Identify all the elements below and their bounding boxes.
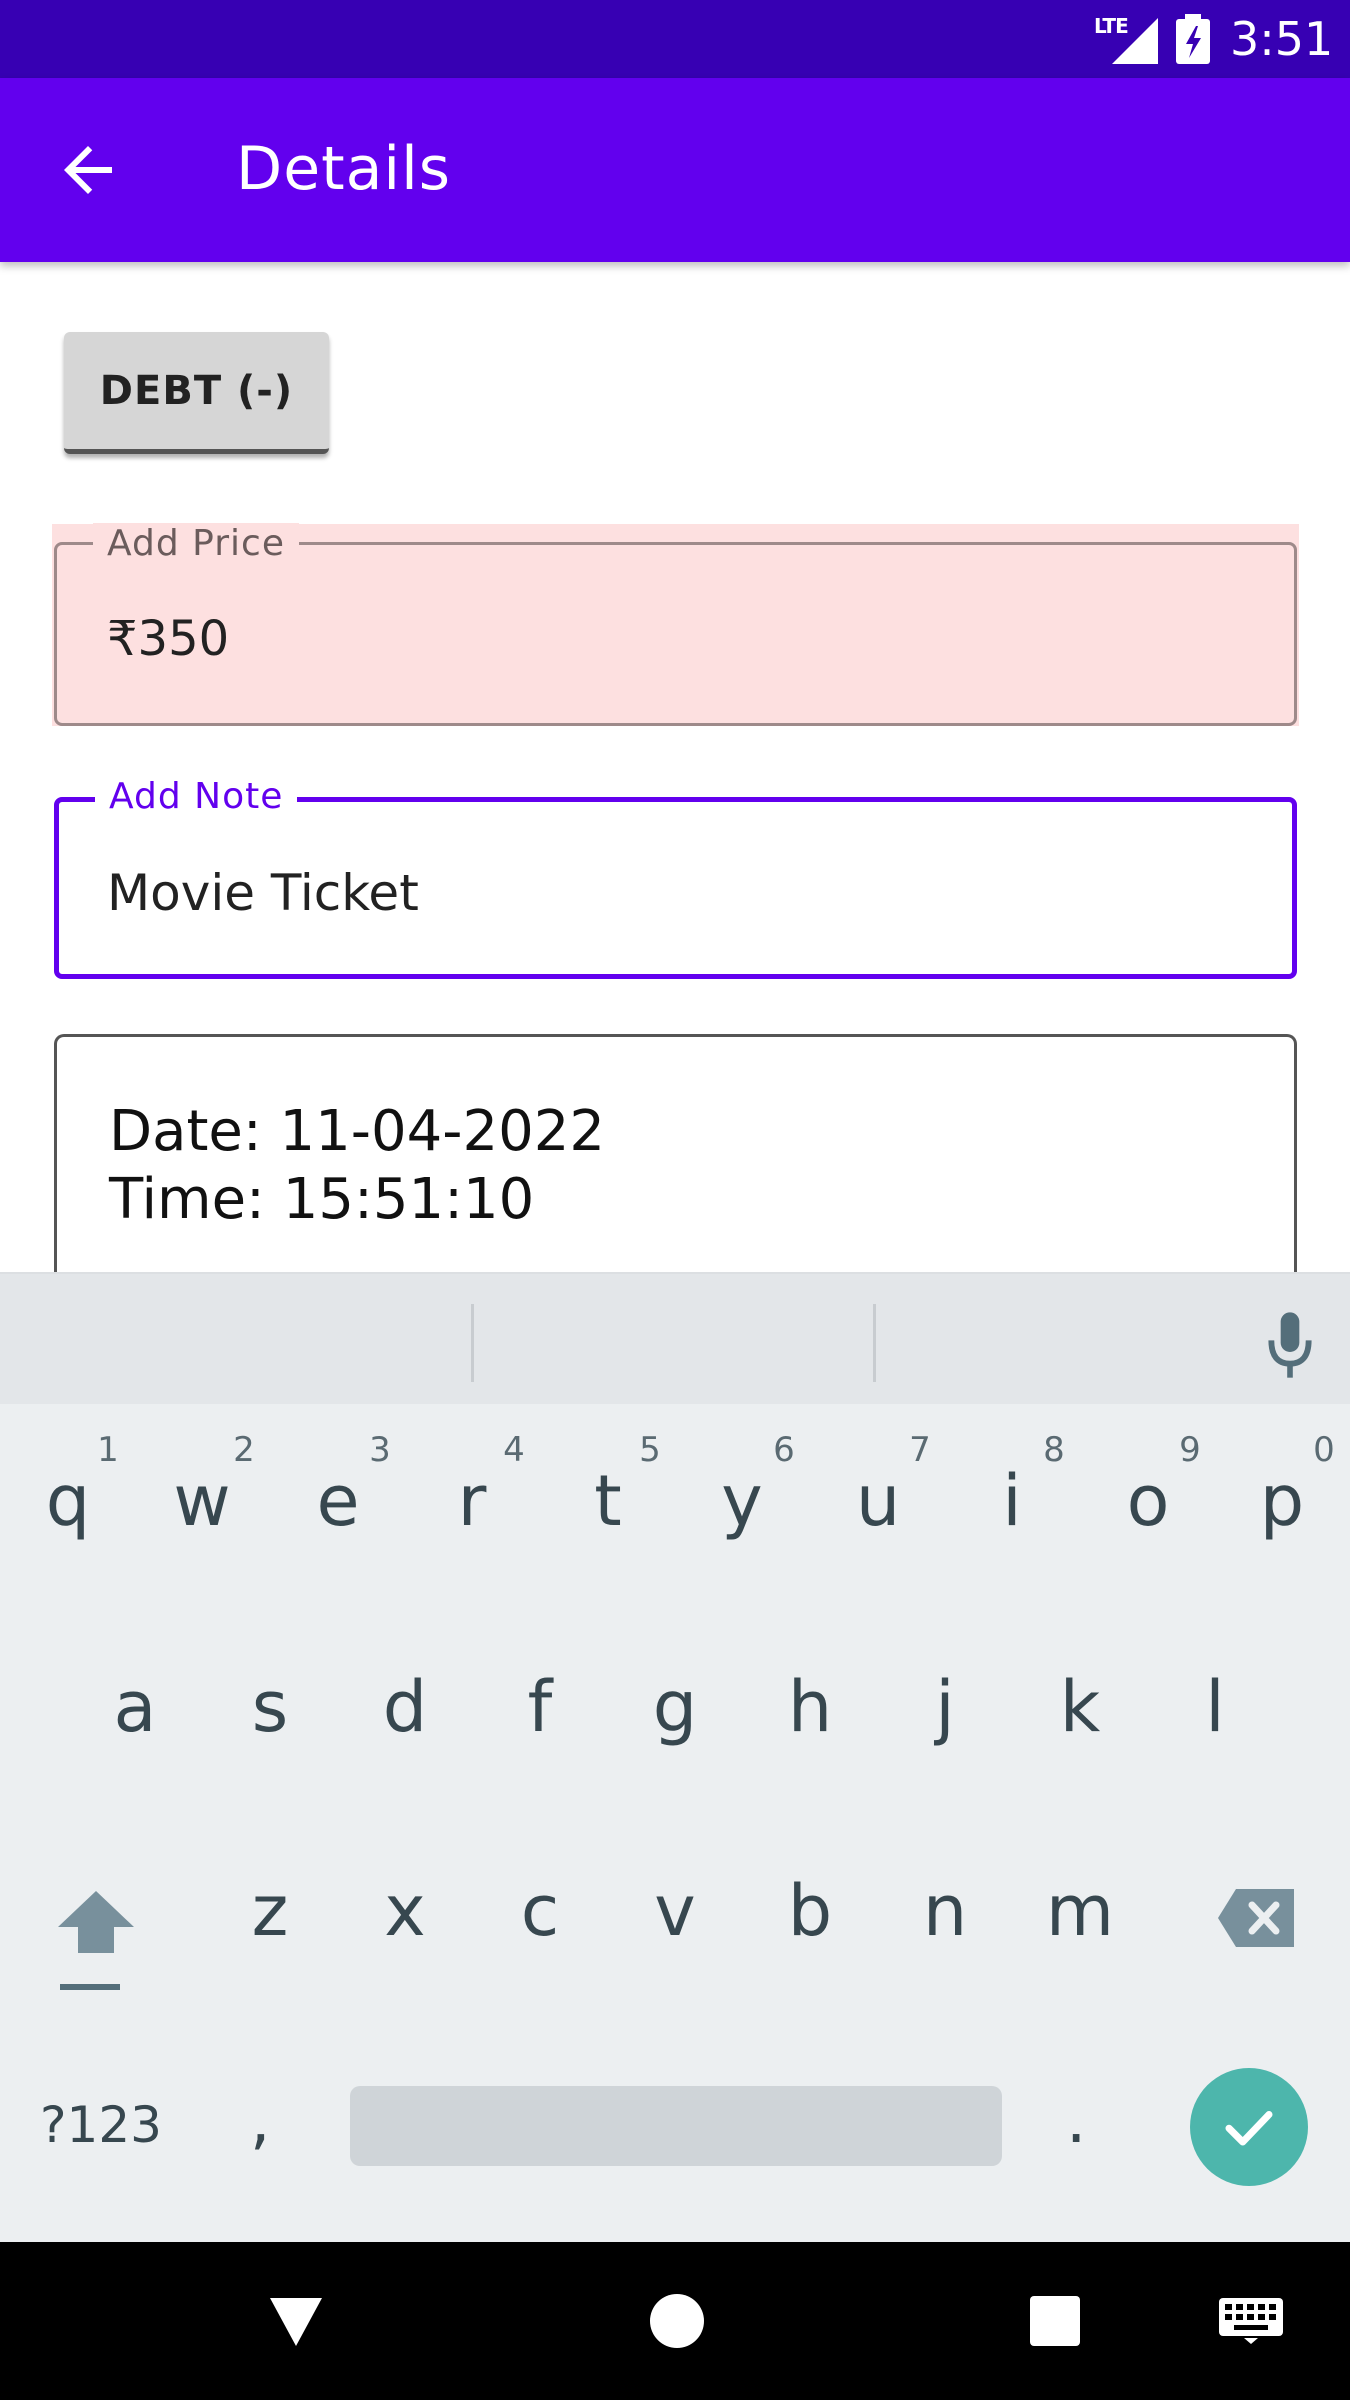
key-s[interactable]: s bbox=[220, 1666, 320, 1748]
enter-key[interactable] bbox=[1190, 2068, 1308, 2186]
keyboard-switch-icon[interactable] bbox=[1218, 2296, 1284, 2344]
suggestion-divider bbox=[873, 1304, 876, 1382]
system-navigation-bar bbox=[0, 2242, 1350, 2400]
price-field[interactable]: Add Price ₹350 bbox=[54, 523, 1297, 726]
key-g[interactable]: g bbox=[625, 1666, 725, 1748]
app-bar: Details bbox=[0, 78, 1350, 262]
comma-key[interactable]: , bbox=[250, 2084, 270, 2158]
note-input[interactable]: Movie Ticket bbox=[107, 864, 419, 922]
key-m[interactable]: m bbox=[1030, 1870, 1130, 1952]
debt-toggle-button[interactable]: DEBT (-) bbox=[64, 332, 329, 454]
key-t[interactable]: t bbox=[558, 1460, 658, 1542]
symbols-key[interactable]: ?123 bbox=[40, 2096, 162, 2154]
suggestion-strip bbox=[0, 1272, 1350, 1404]
time-text: Time: 15:51:10 bbox=[109, 1167, 535, 1232]
checkmark-icon bbox=[1225, 2111, 1273, 2146]
key-d[interactable]: d bbox=[355, 1666, 455, 1748]
key-n[interactable]: n bbox=[895, 1870, 995, 1952]
network-type: LTE bbox=[1094, 14, 1129, 38]
key-h[interactable]: h bbox=[760, 1666, 860, 1748]
clock: 3:51 bbox=[1230, 12, 1334, 66]
key-f[interactable]: f bbox=[490, 1666, 590, 1748]
suggestion-divider bbox=[471, 1304, 474, 1382]
nav-back-icon[interactable] bbox=[268, 2294, 324, 2350]
date-text: Date: 11-04-2022 bbox=[109, 1099, 605, 1164]
note-field-label: Add Note bbox=[95, 776, 298, 817]
key-q[interactable]: q bbox=[18, 1460, 118, 1542]
key-i[interactable]: i bbox=[962, 1460, 1062, 1542]
currency-symbol: ₹ bbox=[107, 611, 138, 667]
key-j[interactable]: j bbox=[895, 1666, 995, 1748]
nav-recents-icon[interactable] bbox=[1030, 2296, 1080, 2346]
back-arrow-icon[interactable] bbox=[52, 134, 124, 206]
soft-keyboard: 1 q 2 w 3 e 4 r 5 t 6 y 7 u 8 i 9 o 0 p … bbox=[0, 1272, 1350, 2242]
note-field[interactable]: Add Note Movie Ticket bbox=[54, 776, 1297, 979]
period-key[interactable]: . bbox=[1066, 2084, 1086, 2158]
microphone-icon[interactable] bbox=[1262, 1310, 1318, 1380]
backspace-icon[interactable] bbox=[1216, 1887, 1296, 1949]
key-l[interactable]: l bbox=[1165, 1666, 1265, 1748]
price-value: 350 bbox=[137, 611, 230, 667]
price-input[interactable]: ₹350 bbox=[107, 611, 229, 667]
space-bar[interactable] bbox=[350, 2086, 1002, 2166]
datetime-field[interactable]: Date: 11-04-2022 Time: 15:51:10 bbox=[54, 1034, 1297, 1294]
key-z[interactable]: z bbox=[220, 1870, 320, 1952]
key-w[interactable]: w bbox=[152, 1460, 252, 1542]
price-field-label: Add Price bbox=[93, 523, 299, 564]
shift-indicator bbox=[60, 1984, 120, 1990]
key-p[interactable]: p bbox=[1232, 1460, 1332, 1542]
key-c[interactable]: c bbox=[490, 1870, 590, 1952]
nav-home-icon[interactable] bbox=[650, 2294, 704, 2348]
key-o[interactable]: o bbox=[1098, 1460, 1198, 1542]
key-x[interactable]: x bbox=[355, 1870, 455, 1952]
key-u[interactable]: u bbox=[828, 1460, 928, 1542]
key-y[interactable]: y bbox=[692, 1460, 792, 1542]
key-k[interactable]: k bbox=[1030, 1666, 1130, 1748]
key-a[interactable]: a bbox=[85, 1666, 185, 1748]
battery-charging-icon bbox=[1176, 14, 1210, 64]
key-b[interactable]: b bbox=[760, 1870, 860, 1952]
key-e[interactable]: e bbox=[288, 1460, 388, 1542]
status-bar: LTE 3:51 bbox=[0, 0, 1350, 78]
key-v[interactable]: v bbox=[625, 1870, 725, 1952]
key-r[interactable]: r bbox=[422, 1460, 522, 1542]
page-title: Details bbox=[236, 134, 452, 204]
shift-icon[interactable] bbox=[56, 1887, 136, 1957]
